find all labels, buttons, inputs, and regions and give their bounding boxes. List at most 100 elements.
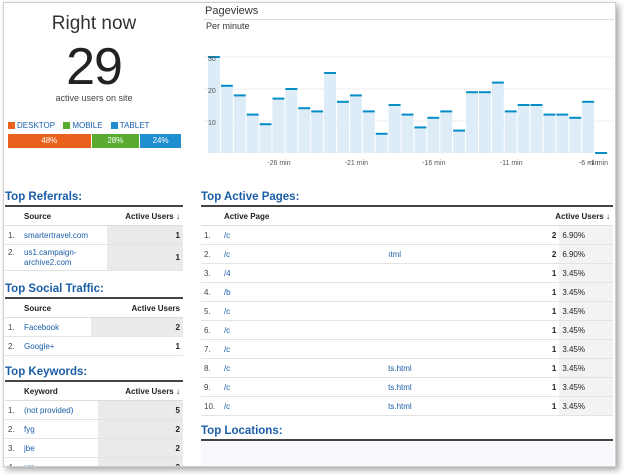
referral-link[interactable]: us1.campaign-archive2.com xyxy=(21,244,107,271)
pageviews-bar[interactable] xyxy=(556,114,569,153)
social-link[interactable]: Facebook xyxy=(21,317,91,337)
pageviews-bar[interactable] xyxy=(401,114,414,153)
pageviews-bar[interactable] xyxy=(453,130,466,153)
col-active-users[interactable]: Active Users ↓ xyxy=(98,380,183,401)
pageviews-bar[interactable] xyxy=(349,95,362,153)
device-split-bar: 48% 28% 24% xyxy=(8,134,182,148)
page-link[interactable]: /c xyxy=(220,244,386,264)
pageviews-bar-cap xyxy=(285,88,298,90)
page-link-tail[interactable]: ts.html xyxy=(385,358,540,378)
right-now-title: Right now xyxy=(51,13,137,34)
page-link-tail[interactable] xyxy=(385,339,540,359)
page-link[interactable]: /c xyxy=(220,339,386,359)
pageviews-bar[interactable] xyxy=(362,111,375,153)
pageviews-bar[interactable] xyxy=(569,117,582,153)
page-link-tail[interactable]: ıtml xyxy=(385,244,540,264)
table-row: 4. xm 2 xyxy=(5,457,183,466)
pageviews-bar[interactable] xyxy=(259,124,272,153)
pageviews-bar[interactable] xyxy=(375,133,388,153)
table-row: 9./c ts.html 1 3.45% xyxy=(201,377,613,397)
page-link[interactable]: /c xyxy=(220,377,386,397)
table-row: 1. (not provided) 5 xyxy=(5,400,183,420)
legend-desktop[interactable]: DESKTOP xyxy=(8,121,55,130)
social-link[interactable]: Google+ xyxy=(21,336,91,356)
sort-arrow-icon: ↓ xyxy=(176,386,180,396)
pageviews-bar[interactable] xyxy=(246,114,259,153)
pageviews-bar[interactable] xyxy=(285,89,298,153)
page-link-tail[interactable]: ts.html xyxy=(385,377,540,397)
active-users-subtitle: active users on site xyxy=(55,93,133,103)
page-link-tail[interactable] xyxy=(385,301,540,321)
col-active-users[interactable]: Active Users ↓ xyxy=(107,205,183,226)
col-active-users[interactable]: Active Users xyxy=(90,297,183,318)
keyword-link[interactable]: jbe xyxy=(21,438,99,458)
pageviews-bar-cap xyxy=(440,110,453,113)
pageviews-bar[interactable] xyxy=(582,101,595,153)
table-row: 10./c ts.html 1 3.45% xyxy=(201,396,613,416)
pageviews-bar[interactable] xyxy=(324,73,337,153)
page-link[interactable]: /c xyxy=(220,320,386,340)
table-row: 2. Google+ 1 xyxy=(5,336,183,356)
col-source[interactable]: Source xyxy=(21,297,91,318)
keyword-link[interactable]: xm xyxy=(21,457,99,466)
table-row: 1. Facebook 2 xyxy=(5,317,183,337)
locations-map[interactable] xyxy=(201,439,613,466)
pageviews-bar[interactable] xyxy=(337,101,349,153)
device-split-1: 28% xyxy=(91,134,140,148)
page-link[interactable]: /c xyxy=(220,396,386,416)
keyword-link[interactable]: fyg xyxy=(21,419,99,439)
page-link-tail[interactable] xyxy=(385,320,540,340)
table-row: 1./c 2 6.90% xyxy=(201,225,613,245)
pageviews-bar[interactable] xyxy=(233,95,246,153)
social-table: Source Active Users 1. Facebook 2 2. Goo… xyxy=(5,297,183,356)
x-tick-label: -21 min xyxy=(345,160,368,167)
pageviews-bar[interactable] xyxy=(504,111,517,153)
x-tick-label: -1 min xyxy=(589,160,609,167)
page-link[interactable]: /c xyxy=(220,225,386,245)
sort-arrow-icon: ↓ xyxy=(606,211,610,221)
legend-mobile[interactable]: MOBILE xyxy=(63,121,103,130)
page-link[interactable]: /4 xyxy=(220,263,386,283)
pageviews-bar[interactable] xyxy=(272,98,285,153)
table-row: 2./c ıtml 2 6.90% xyxy=(201,244,613,264)
pageviews-bar[interactable] xyxy=(311,111,324,153)
page-link-tail[interactable] xyxy=(385,263,540,283)
pageviews-bar[interactable] xyxy=(427,117,440,153)
col-active-users[interactable]: Active Users ↓ xyxy=(539,205,613,226)
pageviews-chart[interactable]: 302010-26 min -21 min -16 min -11 min -6 min… xyxy=(204,53,614,175)
table-row: 6./c 1 3.45% xyxy=(201,320,613,340)
col-source[interactable]: Source xyxy=(21,205,107,226)
pageviews-bar-cap xyxy=(453,129,466,132)
table-row: 1. smartertravel.com 1 xyxy=(5,225,183,245)
y-tick-label: 30 xyxy=(208,56,216,63)
pageviews-bar[interactable] xyxy=(388,105,401,153)
page-link[interactable]: /c xyxy=(220,358,386,378)
page-link[interactable]: /c xyxy=(220,301,386,321)
tablet-swatch-icon xyxy=(110,122,118,129)
pageviews-bar[interactable] xyxy=(478,92,491,153)
pageviews-bar[interactable] xyxy=(208,57,220,153)
table-row: 7./c 1 3.45% xyxy=(201,339,613,359)
page-link[interactable]: /b xyxy=(220,282,386,302)
pageviews-bar[interactable] xyxy=(414,127,427,153)
col-active-page[interactable]: Active Page xyxy=(220,205,386,226)
page-link-tail[interactable] xyxy=(385,282,540,302)
mobile-swatch-icon xyxy=(63,122,71,129)
legend-tablet[interactable]: TABLET xyxy=(110,121,149,130)
page-link-tail[interactable] xyxy=(385,225,540,245)
pageviews-bar-cap xyxy=(324,72,337,74)
pageviews-bar[interactable] xyxy=(517,105,530,153)
pageviews-bar[interactable] xyxy=(466,92,478,153)
referral-link[interactable]: smartertravel.com xyxy=(21,225,107,245)
col-keyword[interactable]: Keyword xyxy=(21,380,99,401)
keyword-link[interactable]: (not provided) xyxy=(21,400,99,420)
page-link-tail[interactable]: ts.html xyxy=(385,396,540,416)
pageviews-bar[interactable] xyxy=(530,105,543,153)
pageviews-bar[interactable] xyxy=(220,85,233,153)
pageviews-bar[interactable] xyxy=(491,82,504,153)
pageviews-bar-cap xyxy=(233,94,246,97)
pageviews-bar[interactable] xyxy=(298,108,311,153)
top-active-pages-title: Top Active Pages: xyxy=(201,191,300,203)
pageviews-bar[interactable] xyxy=(543,114,556,153)
pageviews-bar[interactable] xyxy=(440,111,453,153)
